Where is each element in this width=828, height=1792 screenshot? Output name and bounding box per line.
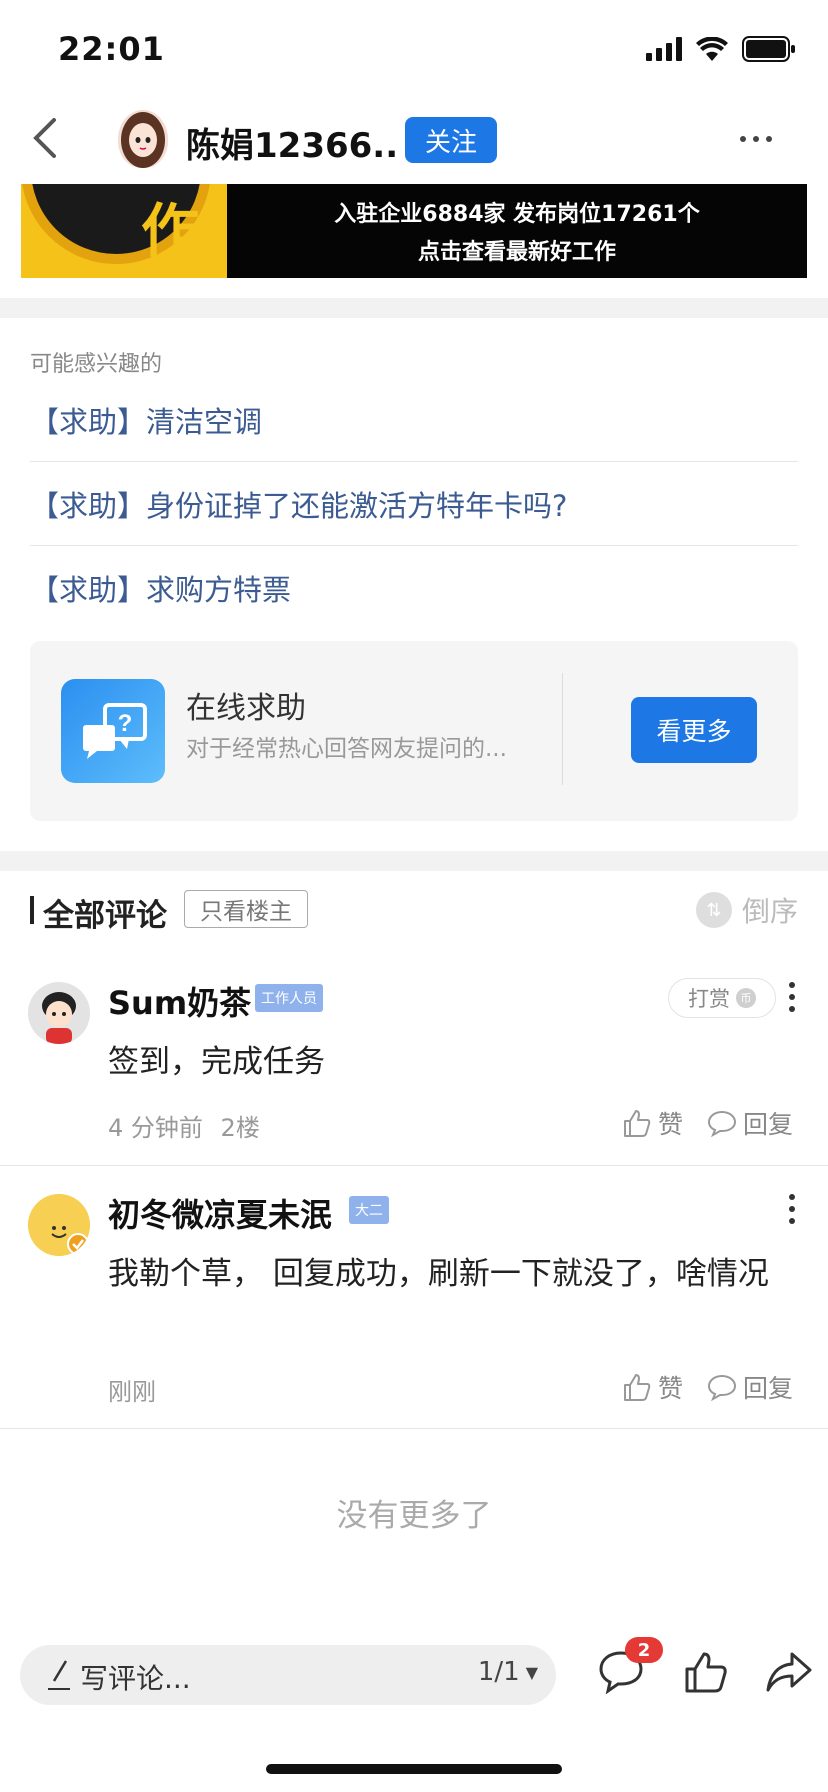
speech-bubble-icon (708, 1110, 737, 1138)
help-title: 在线求助 (186, 691, 306, 726)
help-divider (562, 673, 563, 785)
commenter-name[interactable]: Sum奶茶 (108, 978, 251, 1024)
pencil-icon (48, 1660, 70, 1690)
comment-text: 签到，完成任务 (108, 1044, 325, 1080)
comment-divider (0, 1165, 828, 1166)
page-indicator[interactable]: 1/1 ▼ (478, 1657, 538, 1687)
thumbs-up-icon[interactable] (684, 1650, 728, 1694)
comment-floor: 2楼 (220, 1114, 260, 1142)
commenter-avatar[interactable] (28, 982, 90, 1044)
question-bubble-icon: ? (61, 679, 165, 783)
comment-more-icon[interactable] (788, 1194, 796, 1224)
wifi-icon (696, 37, 728, 61)
sort-order-label: 倒序 (741, 895, 798, 928)
comment-time: 4 分钟前 (108, 1114, 203, 1142)
comments-title: 全部评论 (43, 898, 167, 934)
status-time: 22:01 (58, 30, 165, 68)
nav-bar: 陈娟12366... 关注 (0, 92, 828, 184)
svg-text:?: ? (118, 710, 133, 737)
thumbs-up-icon (624, 1374, 651, 1401)
reply-button[interactable]: 回复 (707, 1369, 793, 1405)
sort-order-toggle[interactable]: ⇅ 倒序 (695, 890, 798, 930)
section-divider (0, 298, 828, 318)
comment-actions: 赞 回复 (622, 1105, 793, 1141)
back-icon[interactable] (26, 114, 66, 162)
follow-button[interactable]: 关注 (405, 117, 497, 163)
status-bar: 22:01 (0, 0, 828, 92)
like-button[interactable]: 赞 (622, 1105, 683, 1141)
comment-input-placeholder: 写评论... (80, 1662, 191, 1695)
section-divider (0, 851, 828, 871)
reply-button[interactable]: 回复 (707, 1105, 793, 1141)
no-more-label: 没有更多了 (336, 1498, 492, 1534)
related-label: 可能感兴趣的 (30, 352, 163, 377)
online-help-card[interactable]: ? 在线求助 对于经常热心回答网友提问的... 看更多 (30, 641, 798, 821)
reply-label: 回复 (743, 1110, 794, 1139)
comment-actions: 赞 回复 (622, 1369, 793, 1405)
banner-line-1: 入驻企业6884家 发布岗位17261个 (334, 202, 700, 227)
related-item[interactable]: 【求助】求购方特票 (30, 546, 798, 630)
comments-title-marker (30, 896, 34, 924)
like-button[interactable]: 赞 (622, 1369, 683, 1405)
battery-icon (742, 36, 795, 62)
coin-icon: 币 (736, 988, 756, 1008)
cellular-signal-icon (646, 37, 682, 61)
like-label: 赞 (658, 1110, 684, 1139)
banner-logo-char: 作 (141, 197, 200, 265)
related-item[interactable]: 【求助】清洁空调 (30, 378, 798, 462)
see-more-button[interactable]: 看更多 (631, 697, 757, 763)
speech-bubble-icon (708, 1374, 737, 1402)
reply-label: 回复 (743, 1374, 794, 1403)
grade-badge: 大二 (349, 1196, 389, 1224)
comment-count-badge: 2 (625, 1637, 663, 1663)
related-item[interactable]: 【求助】身份证掉了还能激活方特年卡吗? (30, 462, 798, 546)
banner-line-2: 点击查看最新好工作 (417, 240, 616, 265)
tip-button[interactable]: 打赏 币 (668, 978, 776, 1018)
commenter-name[interactable]: 初冬微凉夏未泯 (108, 1190, 332, 1236)
like-label: 赞 (658, 1374, 684, 1403)
tip-label: 打赏 (688, 987, 730, 1011)
comment-divider (0, 1428, 828, 1429)
commenter-avatar[interactable] (28, 1194, 90, 1256)
more-options-icon[interactable] (740, 136, 772, 142)
status-icons (646, 36, 796, 62)
author-avatar[interactable] (118, 110, 168, 168)
thumbs-up-icon (624, 1110, 651, 1137)
comment-time: 刚刚 (108, 1378, 156, 1406)
nav-title: 陈娟12366... (186, 126, 396, 166)
comment-more-icon[interactable] (788, 982, 796, 1012)
staff-badge: 工作人员 (255, 984, 323, 1012)
comment-input[interactable]: 写评论... 1/1 ▼ (20, 1645, 556, 1705)
share-icon[interactable] (766, 1650, 812, 1694)
author-only-filter[interactable]: 只看楼主 (184, 890, 308, 928)
home-indicator (266, 1764, 562, 1774)
comment-text: 我勒个草， 回复成功，刷新一下就没了，啥情况 (108, 1256, 769, 1292)
page-indicator-label: 1/1 (477, 1657, 520, 1687)
help-subtitle: 对于经常热心回答网友提问的... (186, 736, 507, 762)
caret-down-icon: ▼ (525, 1662, 538, 1682)
ad-banner[interactable]: 作 入驻企业6884家 发布岗位17261个 点击查看最新好工作 (21, 184, 807, 278)
comment-meta: 4 分钟前 2楼 (108, 1108, 260, 1143)
sort-icon: ⇅ (695, 892, 732, 928)
